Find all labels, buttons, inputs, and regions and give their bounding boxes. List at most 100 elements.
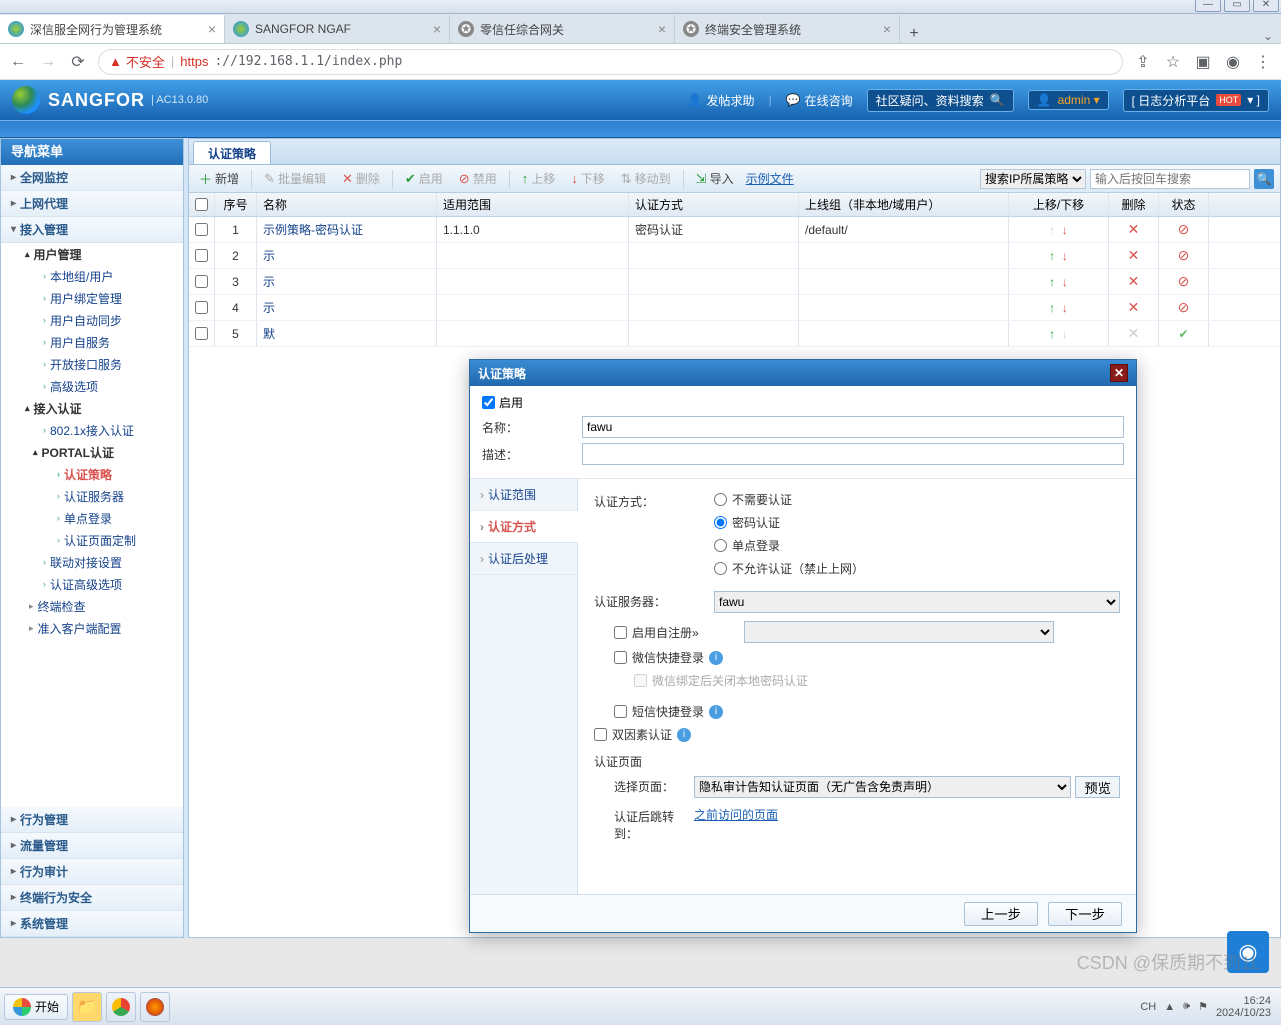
info-icon[interactable]: i [709,651,723,665]
enable-checkbox[interactable] [482,396,495,409]
dialog-titlebar[interactable]: 认证策略 ✕ [470,360,1136,386]
sidebar-item-link-dock[interactable]: 联动对接设置 [33,551,183,573]
forward-button: → [38,53,58,71]
sidebar-item-page-custom[interactable]: 认证页面定制 [47,529,183,551]
os-taskbar: 开始 📁 CH ▲ 🕪 ⚑ 16:24 2024/10/23 [0,987,1281,1025]
sidebar-item-self-service[interactable]: 用户自服务 [33,331,183,353]
favicon-icon [8,21,24,37]
auth-policy-dialog: 认证策略 ✕ 启用 名称： 描述： 认证范围 [469,359,1137,933]
tray-icon[interactable]: 🕪 [1183,1000,1190,1013]
two-factor-checkbox[interactable] [594,728,607,741]
online-consult-link[interactable]: 💬 在线咨询 [786,92,853,109]
browser-tab-1[interactable]: 深信服全网行为管理系统 × [0,15,225,43]
sidebar-group-user-mgmt[interactable]: 用户管理 [19,243,183,265]
address-bar[interactable]: ▲ 不安全 | https://192.168.1.1/index.php [98,49,1123,75]
next-step-button[interactable]: 下一步 [1048,902,1122,926]
dialog-close-button[interactable]: ✕ [1110,364,1128,382]
sidebar-item-auth-adv[interactable]: 认证高级选项 [33,573,183,595]
sidebar-item-client-cfg[interactable]: 准入客户端配置 [19,617,183,639]
sidebar-item-bind-mgmt[interactable]: 用户绑定管理 [33,287,183,309]
sidebar-title: 导航菜单 [1,139,183,165]
auth-server-select[interactable]: fawu [714,591,1120,613]
tab-close-icon[interactable]: × [208,21,216,37]
clock-date: 2024/10/23 [1216,1007,1271,1019]
extensions-icon[interactable]: ▣ [1193,52,1213,72]
sms-quick-checkbox[interactable] [614,705,627,718]
start-button[interactable]: 开始 [4,994,68,1020]
sidebar-cat-access[interactable]: 接入管理 [1,217,183,243]
desc-input[interactable] [582,443,1124,465]
sidebar-cat-terminal[interactable]: 终端行为安全 [1,885,183,911]
log-platform-link[interactable]: [ 日志分析平台 HOT ▾ ] [1123,89,1269,112]
search-icon: 🔍 [990,93,1005,107]
back-button[interactable]: ← [8,53,28,71]
share-icon[interactable]: ⇪ [1133,52,1153,72]
tab-close-icon[interactable]: × [658,21,666,37]
sidebar-cat-system[interactable]: 系统管理 [1,911,183,937]
hot-badge: HOT [1216,94,1241,106]
step-scope[interactable]: 认证范围 [470,479,577,511]
browser-tab-strip: 深信服全网行为管理系统 × SANGFOR NGAF × ✪ 零信任综合网关 ×… [0,14,1281,44]
browser-tab-3[interactable]: ✪ 零信任综合网关 × [450,15,675,43]
app-header: SANGFOR | AC13.0.80 👤 发帖求助 | 💬 在线咨询 社区疑问… [0,80,1281,120]
sidebar-item-auth-server[interactable]: 认证服务器 [47,485,183,507]
radio-deny[interactable] [714,562,727,575]
auth-page-select[interactable]: 隐私审计告知认证页面（无广告含免责声明） [694,776,1071,798]
tray-icon[interactable]: ▲ [1164,1001,1175,1013]
sidebar-cat-proxy[interactable]: 上网代理 [1,191,183,217]
sidebar-item-advanced[interactable]: 高级选项 [33,375,183,397]
radio-pwd-auth[interactable] [714,516,727,529]
step-method[interactable]: 认证方式 [470,511,578,543]
tab-overflow-button[interactable]: ⌄ [1255,29,1281,43]
self-reg-select[interactable] [744,621,1054,643]
profile-icon[interactable]: ◉ [1223,52,1243,72]
sidebar-item-term-check[interactable]: 终端检查 [19,595,183,617]
tab-close-icon[interactable]: × [433,21,441,37]
info-icon[interactable]: i [677,728,691,742]
sidebar-group-portal[interactable]: PORTAL认证 [33,441,183,463]
wechat-quick-checkbox[interactable] [614,651,627,664]
sidebar-cat-audit[interactable]: 行为审计 [1,859,183,885]
win-maximize-button[interactable]: ▭ [1224,0,1250,12]
post-help-link[interactable]: 👤 发帖求助 [688,92,755,109]
ime-indicator[interactable]: CH [1140,1001,1156,1013]
sidebar-group-access-auth[interactable]: 接入认证 [19,397,183,419]
clock-time: 16:24 [1216,995,1271,1007]
user-menu[interactable]: 👤admin ▾ [1028,90,1109,110]
tab-close-icon[interactable]: × [883,21,891,37]
radio-no-auth[interactable] [714,493,727,506]
community-search[interactable]: 社区疑问、资料搜索🔍 [867,89,1014,112]
taskbar-firefox-icon[interactable] [140,992,170,1022]
sidebar-cat-behavior[interactable]: 行为管理 [1,807,183,833]
step-post[interactable]: 认证后处理 [470,543,577,575]
redirect-link[interactable]: 之前访问的页面 [694,808,778,822]
radio-sso[interactable] [714,539,727,552]
sidebar-cat-traffic[interactable]: 流量管理 [1,833,183,859]
security-warning: ▲ 不安全 [109,52,165,71]
watermark-text: CSDN @保质期不到1L [1077,949,1261,975]
bookmark-icon[interactable]: ☆ [1163,52,1183,72]
sidebar-item-auth-policy[interactable]: 认证策略 [47,463,183,485]
preview-button[interactable]: 预览 [1075,776,1120,798]
new-tab-button[interactable]: + [900,25,928,43]
win-close-button[interactable]: ✕ [1253,0,1279,12]
prev-step-button[interactable]: 上一步 [964,902,1038,926]
sidebar-item-sso[interactable]: 单点登录 [47,507,183,529]
taskbar-explorer-icon[interactable]: 📁 [72,992,102,1022]
browser-tab-2[interactable]: SANGFOR NGAF × [225,15,450,43]
reload-button[interactable]: ⟳ [68,52,88,72]
sidebar-item-dot1x[interactable]: 802.1x接入认证 [33,419,183,441]
sidebar-item-local-group[interactable]: 本地组/用户 [33,265,183,287]
system-tray[interactable]: CH ▲ 🕪 ⚑ 16:24 2024/10/23 [1140,995,1277,1019]
info-icon[interactable]: i [709,705,723,719]
tray-icon[interactable]: ⚑ [1198,1000,1208,1013]
sidebar-item-auto-sync[interactable]: 用户自动同步 [33,309,183,331]
self-reg-checkbox[interactable] [614,626,627,639]
sidebar-item-open-api[interactable]: 开放接口服务 [33,353,183,375]
sidebar-cat-monitor[interactable]: 全网监控 [1,165,183,191]
win-minimize-button[interactable]: — [1195,0,1221,12]
browser-tab-4[interactable]: ✪ 终端安全管理系统 × [675,15,900,43]
name-input[interactable] [582,416,1124,438]
menu-icon[interactable]: ⋮ [1253,52,1273,72]
taskbar-chrome-icon[interactable] [106,992,136,1022]
